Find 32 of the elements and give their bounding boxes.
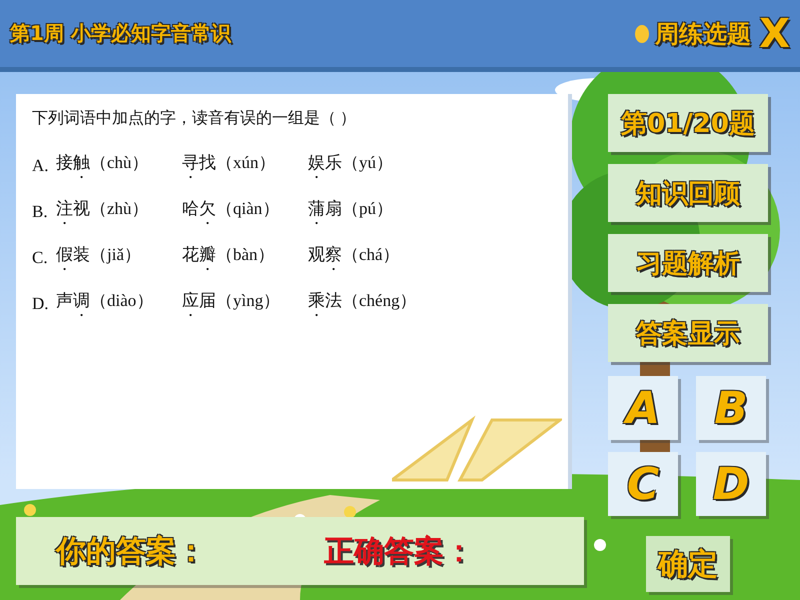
word-with-pinyin: 声调（diào） [56, 290, 154, 312]
menu-link[interactable]: 周练选题 [655, 18, 752, 50]
confirm-button[interactable]: 确定 [646, 536, 730, 592]
word-with-pinyin: 观察（chá） [308, 244, 401, 266]
choice-button[interactable]: D [696, 452, 766, 516]
correct-answer-label: 正确答案： [324, 532, 474, 570]
page-title: 第1周 小学必知字音常识 [10, 20, 231, 47]
option-letter: C. [32, 248, 49, 268]
your-answer-label: 你的答案： [56, 532, 206, 570]
option-letter: B. [32, 202, 49, 222]
word-with-pinyin: 花瓣（bàn） [182, 244, 276, 266]
option-letter: D. [32, 294, 50, 314]
word-with-pinyin: 接触（chù） [56, 152, 150, 174]
word-with-pinyin: 应届（yìng） [182, 290, 282, 312]
option-letter: A. [32, 156, 50, 176]
word-with-pinyin: 假装（jiǎ） [56, 244, 142, 266]
choice-button[interactable]: A [608, 376, 678, 440]
close-button[interactable]: X [757, 10, 792, 56]
menu-button[interactable]: 知识回顾 [608, 164, 768, 222]
word-with-pinyin: 娱乐（yú） [308, 152, 394, 174]
choice-button[interactable]: B [696, 376, 766, 440]
word-with-pinyin: 寻找（xún） [182, 152, 276, 174]
question-text: 下列词语中加点的字，读音有误的一组是（ ） [32, 108, 357, 129]
word-with-pinyin: 乘法（chéng） [308, 290, 418, 312]
dot-icon [635, 24, 650, 42]
word-with-pinyin: 蒲扇（pú） [308, 198, 394, 220]
menu-button[interactable]: 第01/20题 [608, 94, 768, 152]
word-with-pinyin: 哈欠（qiàn） [182, 198, 280, 220]
menu-button[interactable]: 答案显示 [608, 304, 768, 362]
menu-button[interactable]: 习题解析 [608, 234, 768, 292]
word-with-pinyin: 注视（zhù） [56, 198, 150, 220]
choice-button[interactable]: C [608, 452, 678, 516]
